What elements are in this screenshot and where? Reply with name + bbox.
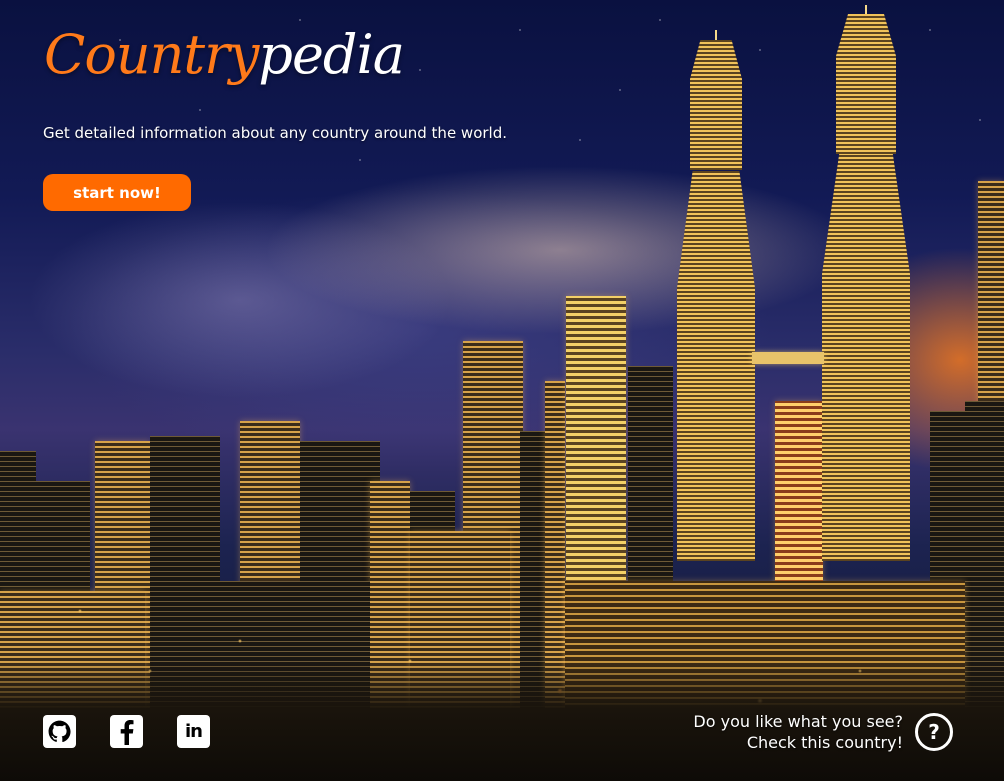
facebook-link[interactable] — [110, 715, 143, 748]
facebook-icon — [120, 719, 133, 745]
check-country-cta[interactable]: Do you like what you see? Check this cou… — [693, 711, 903, 753]
github-icon — [48, 720, 71, 743]
logo[interactable]: Countrypedia — [44, 28, 405, 82]
hero-section: Countrypedia Get detailed information ab… — [0, 0, 1004, 781]
social-links: in — [43, 715, 210, 748]
linkedin-link[interactable]: in — [177, 715, 210, 748]
start-now-button[interactable]: start now! — [43, 174, 191, 211]
cta-line-2: Check this country! — [746, 733, 903, 752]
github-link[interactable] — [43, 715, 76, 748]
logo-part-pedia: pedia — [258, 23, 405, 86]
question-mark-icon[interactable]: ? — [915, 713, 953, 751]
cta-line-1: Do you like what you see? — [693, 712, 903, 731]
linkedin-icon: in — [185, 721, 203, 742]
city-skyline-image — [0, 0, 1004, 781]
tagline: Get detailed information about any count… — [43, 124, 508, 142]
logo-part-country: Country — [44, 23, 259, 86]
